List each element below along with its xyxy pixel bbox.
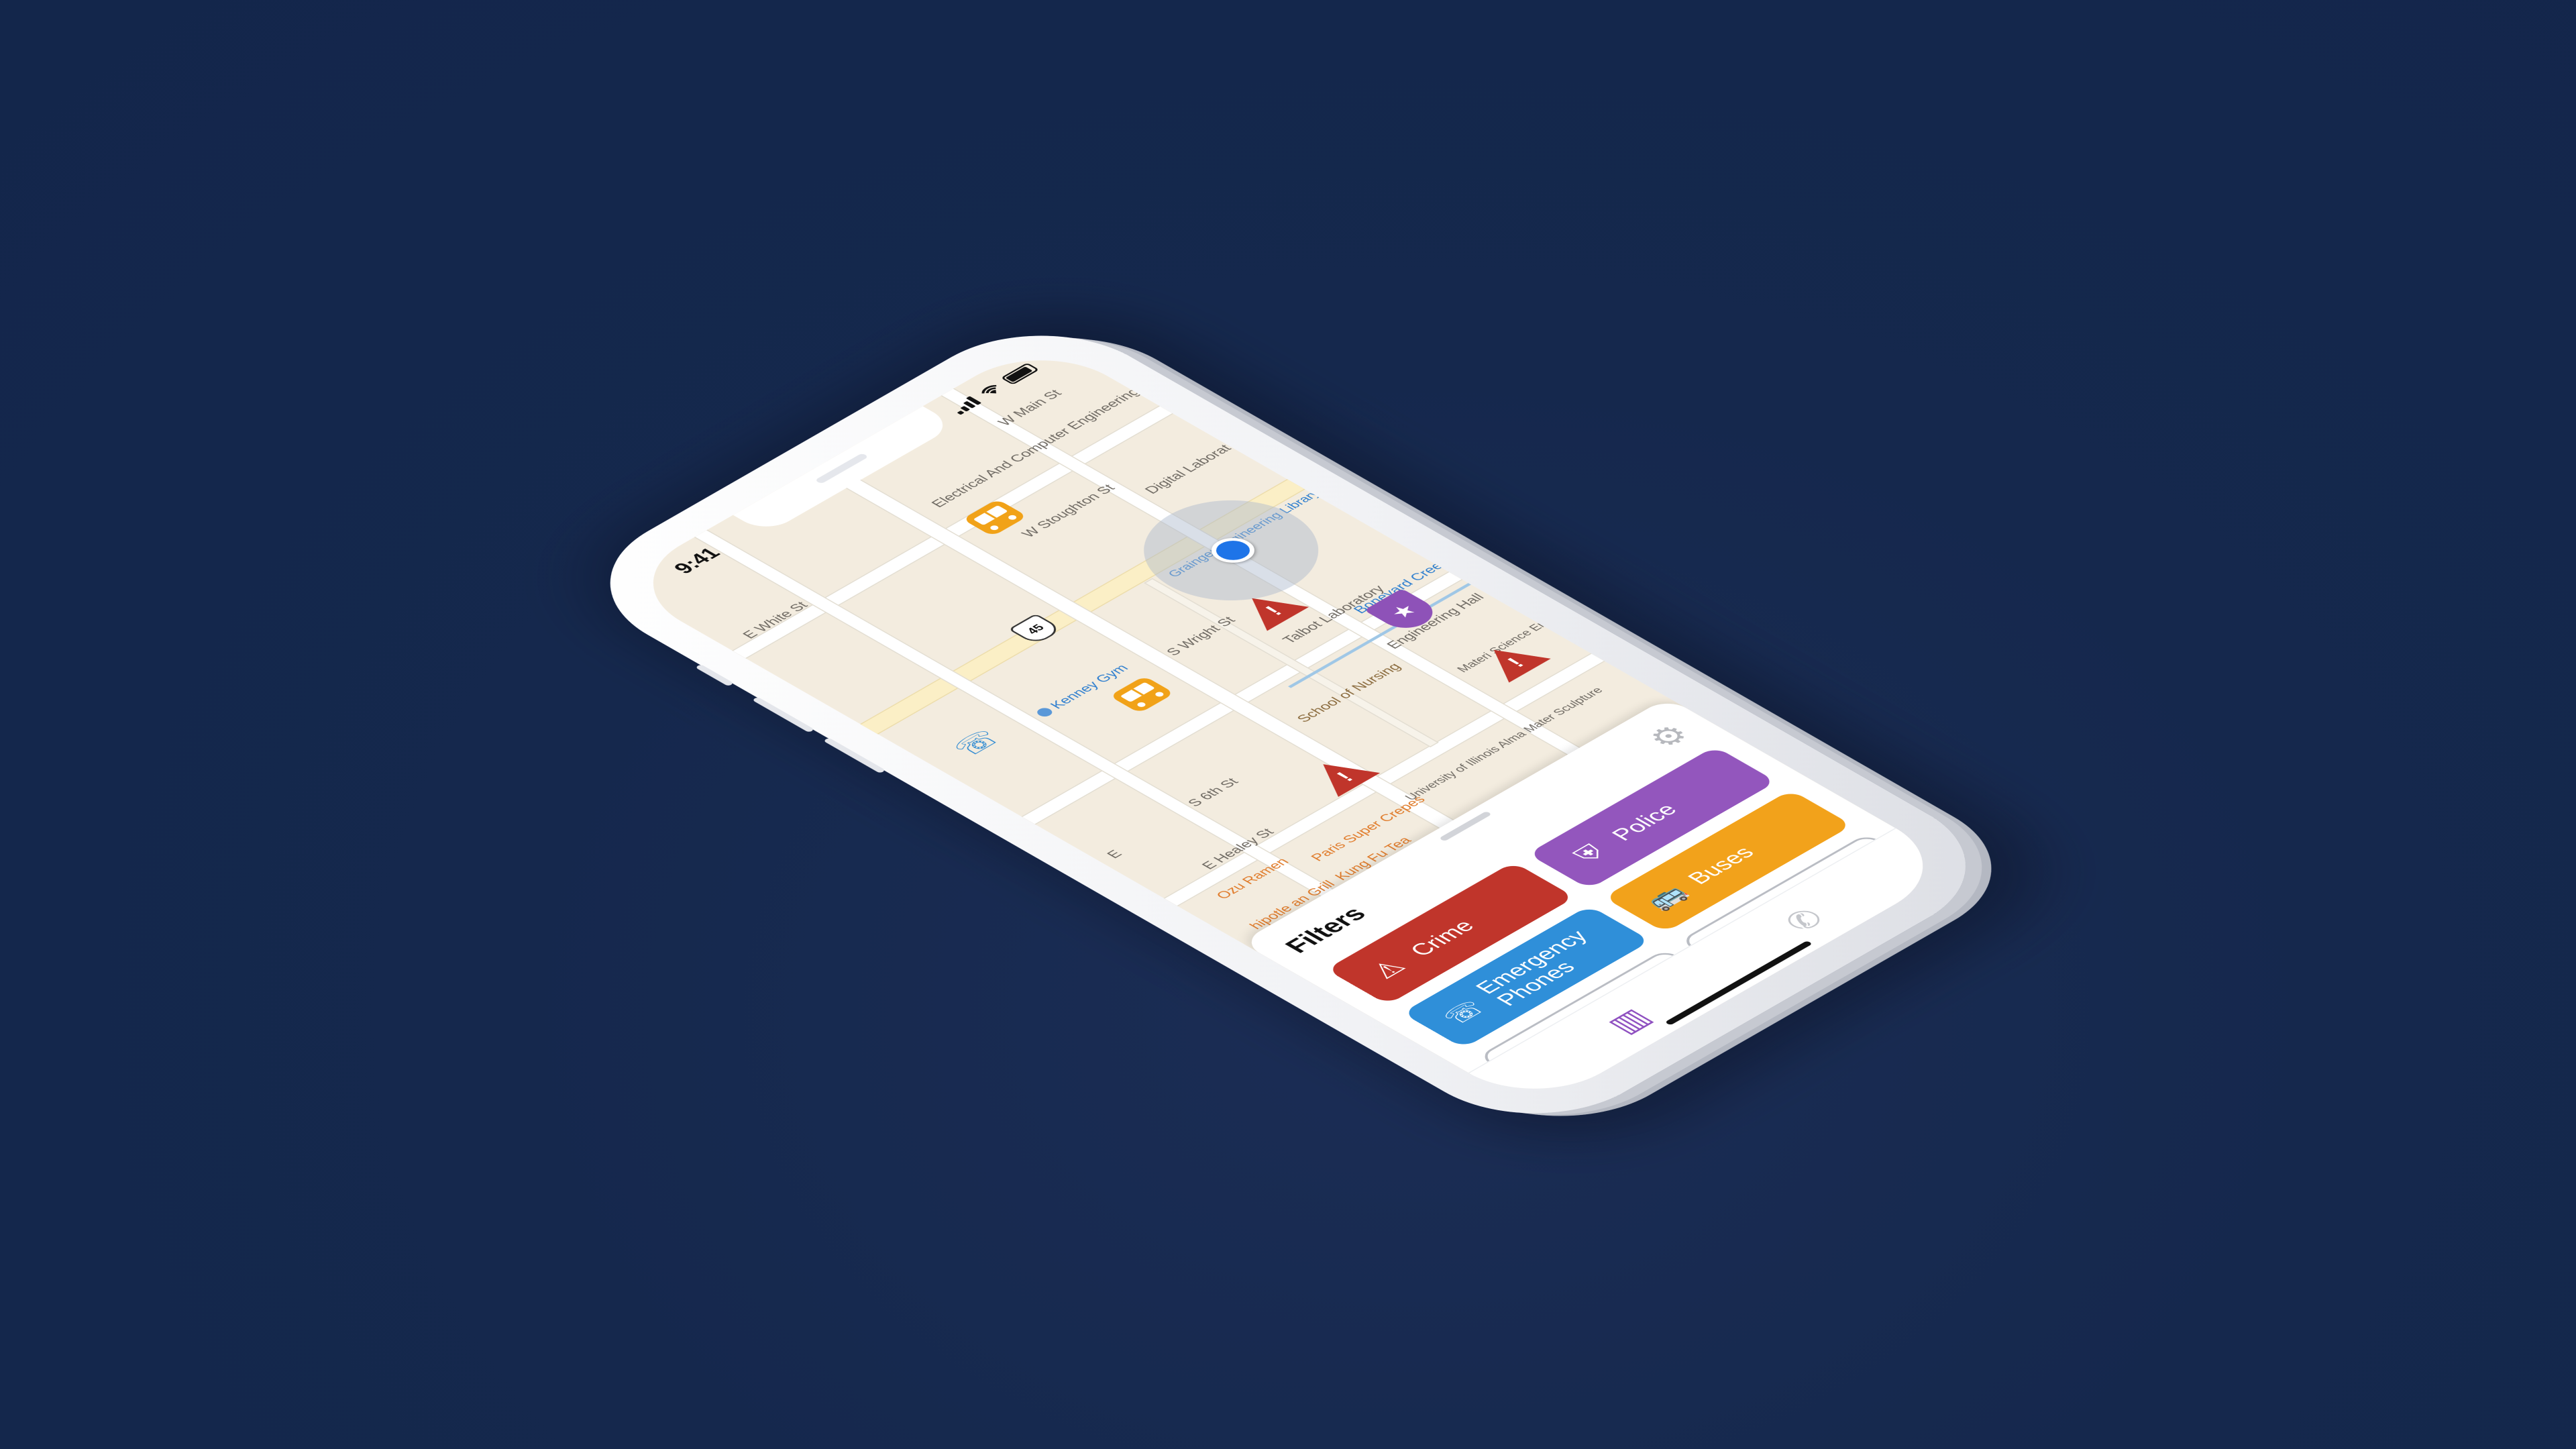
cellular-signal-icon xyxy=(949,396,982,415)
gear-icon: ⚙ xyxy=(1640,719,1699,753)
tab-phone[interactable]: ✆ xyxy=(1762,896,1847,945)
scene-background: 9:41 E White St W Main St W Stoughton St… xyxy=(0,0,2576,1449)
street-label: S Wright St xyxy=(1162,614,1239,658)
place-label: Digital Laborat xyxy=(1140,442,1235,496)
filter-label: Police xyxy=(1605,800,1682,845)
emergency-phone-marker[interactable]: ☏ xyxy=(937,720,1017,766)
bus-icon xyxy=(1109,676,1175,714)
emergency-phone-icon: ☏ xyxy=(1436,996,1493,1029)
crime-marker[interactable]: ! xyxy=(1472,638,1551,683)
volume-down-button xyxy=(823,737,886,774)
mute-switch xyxy=(695,663,735,687)
battery-icon xyxy=(1000,362,1040,385)
police-shield-icon: ★ xyxy=(1385,600,1423,623)
bus-icon: 🚌 xyxy=(1637,880,1694,913)
phone-icon: ✆ xyxy=(1776,904,1833,937)
gym-dot xyxy=(1034,706,1055,718)
emergency-phone-icon: ☏ xyxy=(945,724,1008,761)
earpiece-speaker xyxy=(814,453,869,484)
filter-label: Crime xyxy=(1404,916,1480,960)
tab-map[interactable]: ▥ xyxy=(1586,996,1671,1045)
settings-button[interactable]: ⚙ xyxy=(1640,719,1699,753)
volume-up-button xyxy=(751,696,815,733)
street-label: E xyxy=(1103,847,1126,861)
road xyxy=(733,406,1173,659)
filter-label: Buses xyxy=(1681,843,1760,888)
phone-screen: 9:41 E White St W Main St W Stoughton St… xyxy=(614,338,1962,1111)
police-shield-icon: ⛨ xyxy=(1567,841,1612,867)
map-icon: ▥ xyxy=(1599,1003,1660,1038)
street-label: S 6th St xyxy=(1183,775,1242,809)
wifi-icon xyxy=(981,384,997,394)
warning-icon: ⚠ xyxy=(1364,955,1412,983)
